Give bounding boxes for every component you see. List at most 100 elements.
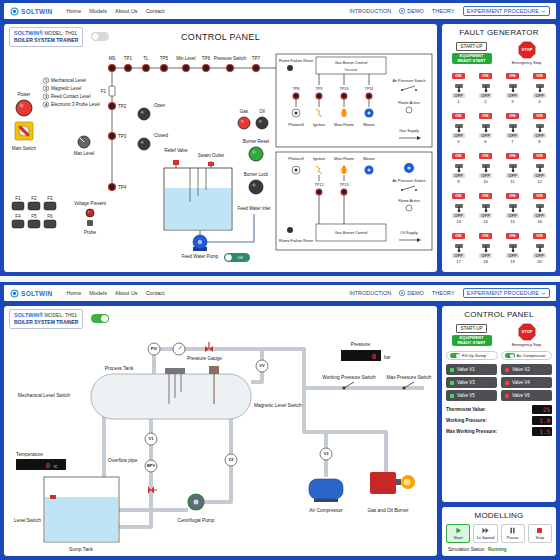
instrument[interactable]: BPV: [145, 460, 157, 472]
fault-switch[interactable]: ONOFF17: [446, 229, 471, 268]
test-point[interactable]: TP8: [293, 87, 300, 107]
fault-switch[interactable]: ONOFF15: [500, 189, 525, 228]
stop-button[interactable]: STOP: [518, 41, 536, 59]
reading-input[interactable]: 25: [532, 405, 552, 414]
fault-switch[interactable]: ONOFF16: [527, 189, 552, 228]
valve-button[interactable]: Valve V6: [501, 390, 552, 401]
nav-action[interactable]: THEORY: [432, 290, 455, 296]
fault-switch[interactable]: ONOFF18: [473, 229, 498, 268]
nav-action[interactable]: INTRODUCTION: [349, 8, 391, 14]
valve-button[interactable]: Valve V5: [446, 390, 497, 401]
fault-switch[interactable]: ONOFF8: [527, 109, 552, 148]
instrument[interactable]: V2: [225, 454, 237, 466]
nav-link[interactable]: Models: [89, 290, 107, 296]
test-point[interactable]: TP3: [109, 133, 127, 140]
test-point[interactable]: Min Level: [176, 56, 195, 72]
nav-link[interactable]: Home: [67, 290, 82, 296]
nav-action[interactable]: DEMO: [399, 290, 424, 296]
test-point[interactable]: Pressure Switch: [214, 56, 247, 72]
test-point[interactable]: TP7: [252, 56, 261, 72]
view-toggle[interactable]: [91, 32, 109, 41]
nav-link[interactable]: About Us: [115, 290, 138, 296]
modelling-button[interactable]: Start: [446, 524, 470, 543]
modelling-button[interactable]: 1x Speed: [473, 524, 497, 543]
nav-action[interactable]: DEMO: [399, 8, 424, 14]
max-level-knob[interactable]: [78, 136, 90, 148]
nav-link[interactable]: Contact: [146, 290, 165, 296]
modelling-button[interactable]: Pause: [501, 524, 525, 543]
instrument[interactable]: PIV: [148, 343, 160, 355]
test-point[interactable]: TP9: [316, 74, 323, 107]
fault-switch[interactable]: ONOFF19: [500, 229, 525, 268]
valve-button[interactable]: Valve V4: [501, 377, 552, 388]
nav-link[interactable]: About Us: [115, 8, 138, 14]
fuse-button[interactable]: F2: [28, 196, 40, 210]
reset-button[interactable]: [287, 65, 293, 71]
nav-action[interactable]: EXPERIMENT PROCEDURE: [463, 288, 550, 298]
lamp-button[interactable]: Open: [138, 103, 166, 120]
lamp-button[interactable]: Power: [16, 92, 32, 116]
emergency-stop[interactable]: STOPEmergency Stop: [501, 323, 552, 347]
fuse-button[interactable]: F5: [28, 214, 40, 228]
stop-button[interactable]: STOP: [518, 323, 536, 341]
instrument[interactable]: V1: [145, 433, 157, 445]
fault-switch[interactable]: ONOFF5: [446, 109, 471, 148]
valve-button[interactable]: Valve V2: [501, 364, 552, 375]
lamp-button[interactable]: Gas: [238, 109, 250, 129]
nav-link[interactable]: Home: [67, 8, 82, 14]
nav-action[interactable]: THEORY: [432, 8, 455, 14]
logo[interactable]: SOLTWIN: [10, 7, 53, 16]
lamp-button[interactable]: Burner Lock: [244, 172, 269, 194]
fuse-button[interactable]: F4: [12, 214, 24, 228]
test-point[interactable]: TP6: [202, 56, 211, 72]
lamp-button[interactable]: Voltage Present: [74, 201, 107, 217]
pump-toggle[interactable]: Off: [224, 253, 250, 262]
nav-action[interactable]: EXPERIMENT PROCEDURE: [463, 6, 550, 16]
nav-action[interactable]: INTRODUCTION: [349, 290, 391, 296]
test-point[interactable]: TP4: [109, 184, 127, 191]
lamp-button[interactable]: Oil: [256, 109, 268, 129]
fault-switch[interactable]: ONOFF13: [446, 189, 471, 228]
fault-switch[interactable]: ONOFF11: [500, 149, 525, 188]
ready-start-button[interactable]: EQUIPMENT READY START: [452, 335, 492, 347]
test-point[interactable]: MS: [109, 56, 116, 72]
test-point[interactable]: TP12: [314, 175, 323, 224]
test-point[interactable]: TP1: [124, 56, 133, 72]
test-point[interactable]: TP5: [160, 56, 169, 72]
valve-button[interactable]: Valve V1: [446, 364, 497, 375]
nav-link[interactable]: Models: [89, 8, 107, 14]
logo[interactable]: SOLTWIN: [10, 289, 53, 298]
test-point[interactable]: TP11: [365, 74, 374, 107]
fault-switch[interactable]: ONOFF20: [527, 229, 552, 268]
valve-icon[interactable]: [205, 342, 213, 352]
fault-switch[interactable]: ONOFF14: [473, 189, 498, 228]
fault-switch[interactable]: ONOFF12: [527, 149, 552, 188]
main-switch[interactable]: [15, 122, 33, 140]
emergency-stop[interactable]: STOPEmergency Stop: [501, 41, 552, 65]
nav-link[interactable]: Contact: [146, 8, 165, 14]
test-point[interactable]: TL: [143, 56, 150, 72]
reading-input[interactable]: 1.5: [532, 427, 552, 436]
fault-switch[interactable]: ONOFF10: [473, 149, 498, 188]
fault-switch[interactable]: ONOFF1: [446, 69, 471, 108]
fault-switch[interactable]: ONOFF2: [473, 69, 498, 108]
fuse-button[interactable]: F1: [12, 196, 24, 210]
toggle-switch[interactable]: Air Compressor: [501, 351, 553, 360]
instrument[interactable]: VV: [256, 360, 268, 372]
fault-switch[interactable]: ONOFF9: [446, 149, 471, 188]
instrument[interactable]: V3: [320, 448, 332, 460]
ready-start-button[interactable]: EQUIPMENT READY START: [452, 53, 492, 65]
reset-button[interactable]: [287, 227, 293, 233]
lamp-button[interactable]: Burner Reset: [243, 139, 270, 161]
fault-switch[interactable]: ONOFF6: [473, 109, 498, 148]
test-point[interactable]: TP2: [109, 103, 127, 110]
test-point[interactable]: TP13: [339, 175, 348, 224]
valve-icon[interactable]: [148, 486, 157, 494]
modelling-button[interactable]: Stop: [528, 524, 552, 543]
toggle-switch[interactable]: Fill Up Sump: [446, 351, 498, 360]
fault-switch[interactable]: ONOFF4: [527, 69, 552, 108]
reading-input[interactable]: 1.0: [532, 416, 552, 425]
view-toggle[interactable]: [91, 314, 109, 323]
valve-button[interactable]: Valve V3: [446, 377, 497, 388]
fuse-button[interactable]: F3: [44, 196, 56, 210]
